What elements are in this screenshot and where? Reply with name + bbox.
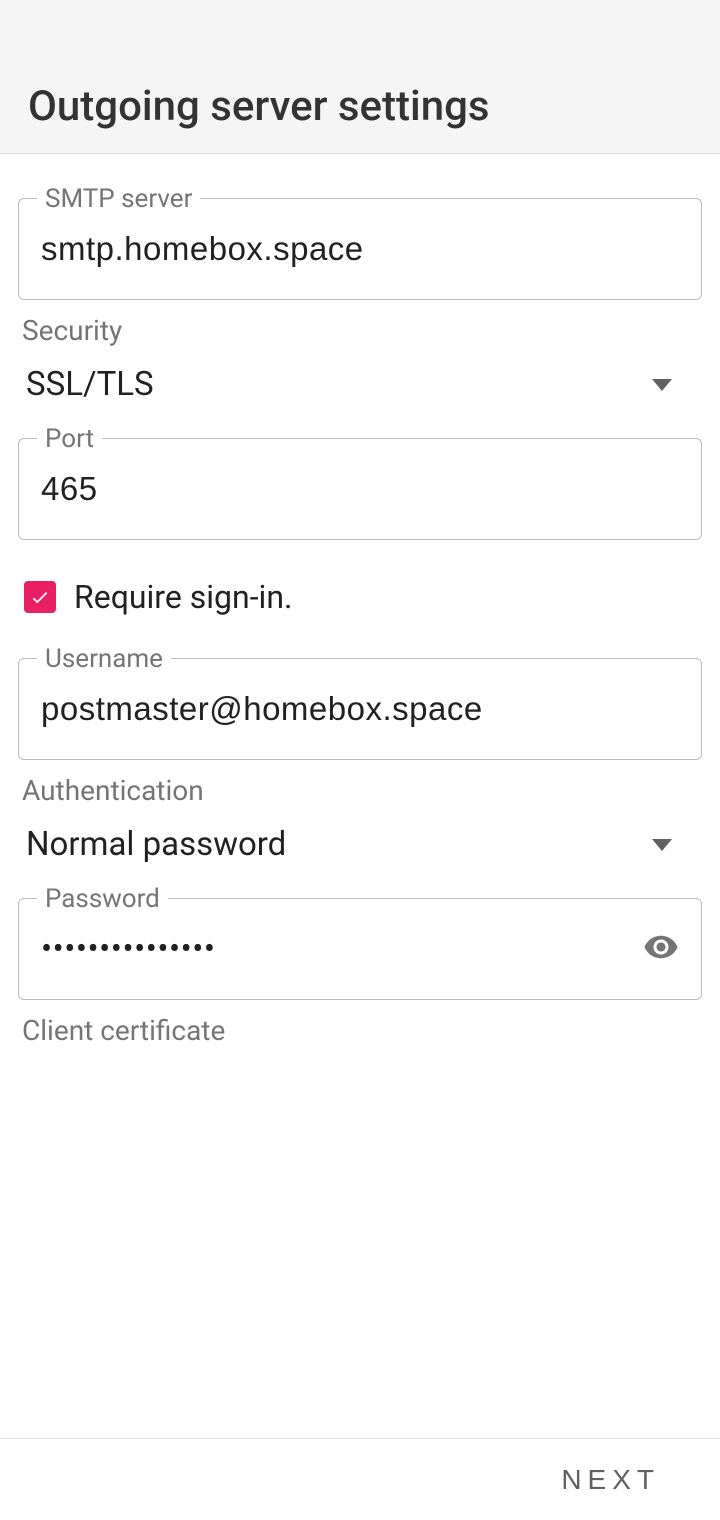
require-signin-row[interactable]: Require sign-in. xyxy=(18,554,702,658)
authentication-label: Authentication xyxy=(22,774,698,807)
client-certificate-label: Client certificate xyxy=(22,1014,698,1047)
smtp-server-field[interactable]: SMTP server xyxy=(18,198,702,300)
smtp-server-label: SMTP server xyxy=(37,184,200,214)
security-dropdown[interactable]: SSL/TLS xyxy=(18,355,702,414)
port-field[interactable]: Port xyxy=(18,438,702,540)
page-title: Outgoing server settings xyxy=(28,82,490,131)
password-input[interactable]: ••••••••••••••• xyxy=(41,930,631,969)
require-signin-label: Require sign-in. xyxy=(74,578,292,616)
username-field[interactable]: Username xyxy=(18,658,702,760)
authentication-dropdown[interactable]: Normal password xyxy=(18,815,702,874)
next-button[interactable]: NEXT xyxy=(561,1464,660,1496)
port-label: Port xyxy=(37,424,102,454)
smtp-server-input[interactable] xyxy=(41,230,679,268)
require-signin-checkbox[interactable] xyxy=(24,581,56,613)
password-label: Password xyxy=(37,884,168,914)
chevron-down-icon xyxy=(652,379,672,391)
form-content: SMTP server Security SSL/TLS Port Requir… xyxy=(0,154,720,1101)
check-icon xyxy=(29,586,51,608)
username-label: Username xyxy=(37,644,171,674)
chevron-down-icon xyxy=(652,839,672,851)
authentication-value: Normal password xyxy=(26,825,286,864)
footer-bar: NEXT xyxy=(0,1438,720,1520)
client-certificate-dropdown[interactable] xyxy=(18,1055,702,1101)
visibility-icon[interactable] xyxy=(643,929,679,969)
port-input[interactable] xyxy=(41,470,679,508)
security-value: SSL/TLS xyxy=(26,365,154,404)
security-label: Security xyxy=(22,314,698,347)
app-header: Outgoing server settings xyxy=(0,0,720,154)
username-input[interactable] xyxy=(41,690,679,728)
password-field[interactable]: Password ••••••••••••••• xyxy=(18,898,702,1000)
